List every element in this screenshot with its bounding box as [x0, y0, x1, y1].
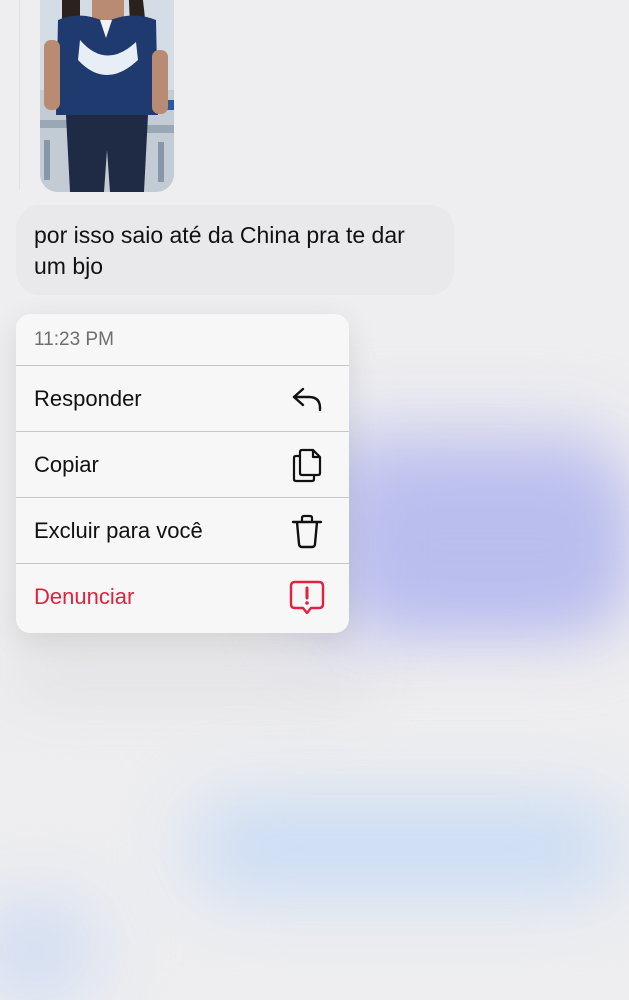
blurred-avatar — [0, 900, 100, 1000]
blurred-shadow — [10, 640, 370, 700]
menu-item-delete[interactable]: Excluir para você — [16, 498, 349, 564]
message-context-menu: 11:23 PM Responder Copiar Excluir para v… — [16, 314, 349, 633]
photo-message-thumbnail[interactable] — [40, 0, 174, 192]
trash-icon — [289, 513, 325, 549]
menu-item-label: Responder — [34, 385, 142, 411]
reply-thread-line — [19, 0, 20, 190]
photo-illustration — [40, 0, 174, 192]
blurred-message-blue — [190, 800, 620, 895]
menu-item-label: Copiar — [34, 451, 99, 477]
copy-icon — [289, 447, 325, 483]
menu-item-reply[interactable]: Responder — [16, 366, 349, 432]
blurred-message-purple-core — [360, 470, 620, 620]
message-bubble[interactable]: por isso saio até da China pra te dar um… — [16, 205, 454, 295]
menu-item-label: Denunciar — [34, 584, 135, 609]
menu-item-report[interactable]: Denunciar — [16, 564, 349, 630]
message-text: por isso saio até da China pra te dar um… — [34, 222, 405, 279]
reply-icon — [289, 381, 325, 417]
menu-item-copy[interactable]: Copiar — [16, 432, 349, 498]
report-icon — [289, 579, 325, 615]
menu-item-label: Excluir para você — [34, 517, 203, 543]
message-timestamp: 11:23 PM — [16, 314, 349, 366]
